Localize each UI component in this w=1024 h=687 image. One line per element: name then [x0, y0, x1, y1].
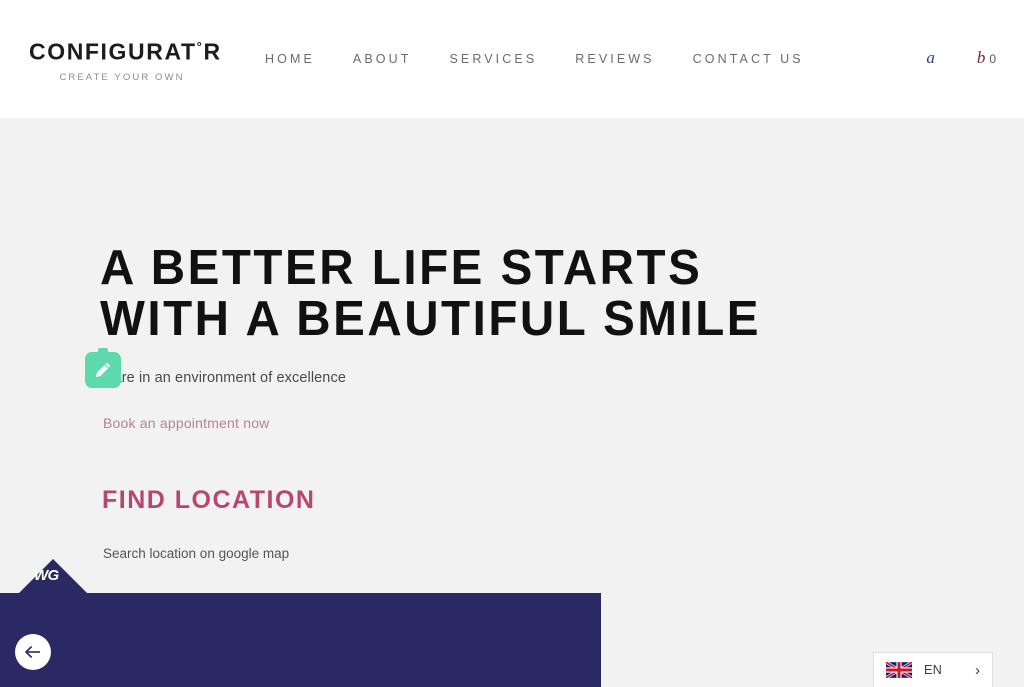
cart-count-badge: 0 — [989, 52, 996, 66]
cart-icon[interactable]: b — [977, 48, 986, 68]
uk-flag-icon — [886, 662, 912, 678]
nav-item-about[interactable]: ABOUT — [353, 52, 412, 66]
header-tools: a b 0 — [926, 48, 996, 68]
nav-item-contact-us[interactable]: CONTACT US — [693, 52, 804, 66]
nav-item-home[interactable]: HOME — [265, 52, 315, 66]
book-appointment-link[interactable]: Book an appointment now — [103, 415, 270, 431]
logo-wordmark: CONFIGURAT°R — [29, 40, 259, 64]
arrow-left-icon — [24, 646, 40, 658]
url-viewer-bar: You are currently viewing this URL : GO — [0, 593, 601, 687]
nav-item-services[interactable]: SERVICES — [449, 52, 537, 66]
edit-badge-button[interactable] — [85, 352, 121, 388]
logo-text-part2: R — [203, 38, 222, 65]
site-header: CONFIGURAT°R CREATE YOUR OWN HOME ABOUT … — [0, 0, 1024, 118]
page-root: CONFIGURAT°R CREATE YOUR OWN HOME ABOUT … — [0, 0, 1024, 687]
logo-tagline: CREATE YOUR OWN — [59, 71, 185, 83]
find-location-heading: FIND LOCATION — [102, 486, 316, 514]
language-selector[interactable]: EN › — [873, 652, 993, 687]
language-code-label: EN — [924, 663, 943, 677]
hero-subtitle: Care in an environment of excellence — [103, 370, 346, 386]
main-navigation: HOME ABOUT SERVICES REVIEWS CONTACT US — [265, 52, 804, 66]
hero-title-line-1: A BETTER LIFE STARTS — [100, 241, 703, 295]
nav-item-reviews[interactable]: REVIEWS — [575, 52, 654, 66]
find-location-subtext: Search location on google map — [103, 546, 290, 561]
search-icon[interactable]: a — [926, 48, 935, 68]
back-button[interactable] — [15, 634, 51, 670]
logo-text-part1: CONFIGURAT — [29, 38, 197, 65]
chevron-right-icon: › — [975, 661, 980, 679]
wg-brand-label: WG — [34, 567, 59, 584]
page-title: A BETTER LIFE STARTS WITH A BEAUTIFUL SMI… — [100, 243, 934, 345]
site-logo[interactable]: CONFIGURAT°R CREATE YOUR OWN — [29, 40, 259, 83]
hero-title-line-2: WITH A BEAUTIFUL SMILE — [100, 292, 762, 346]
pencil-icon — [96, 363, 110, 377]
